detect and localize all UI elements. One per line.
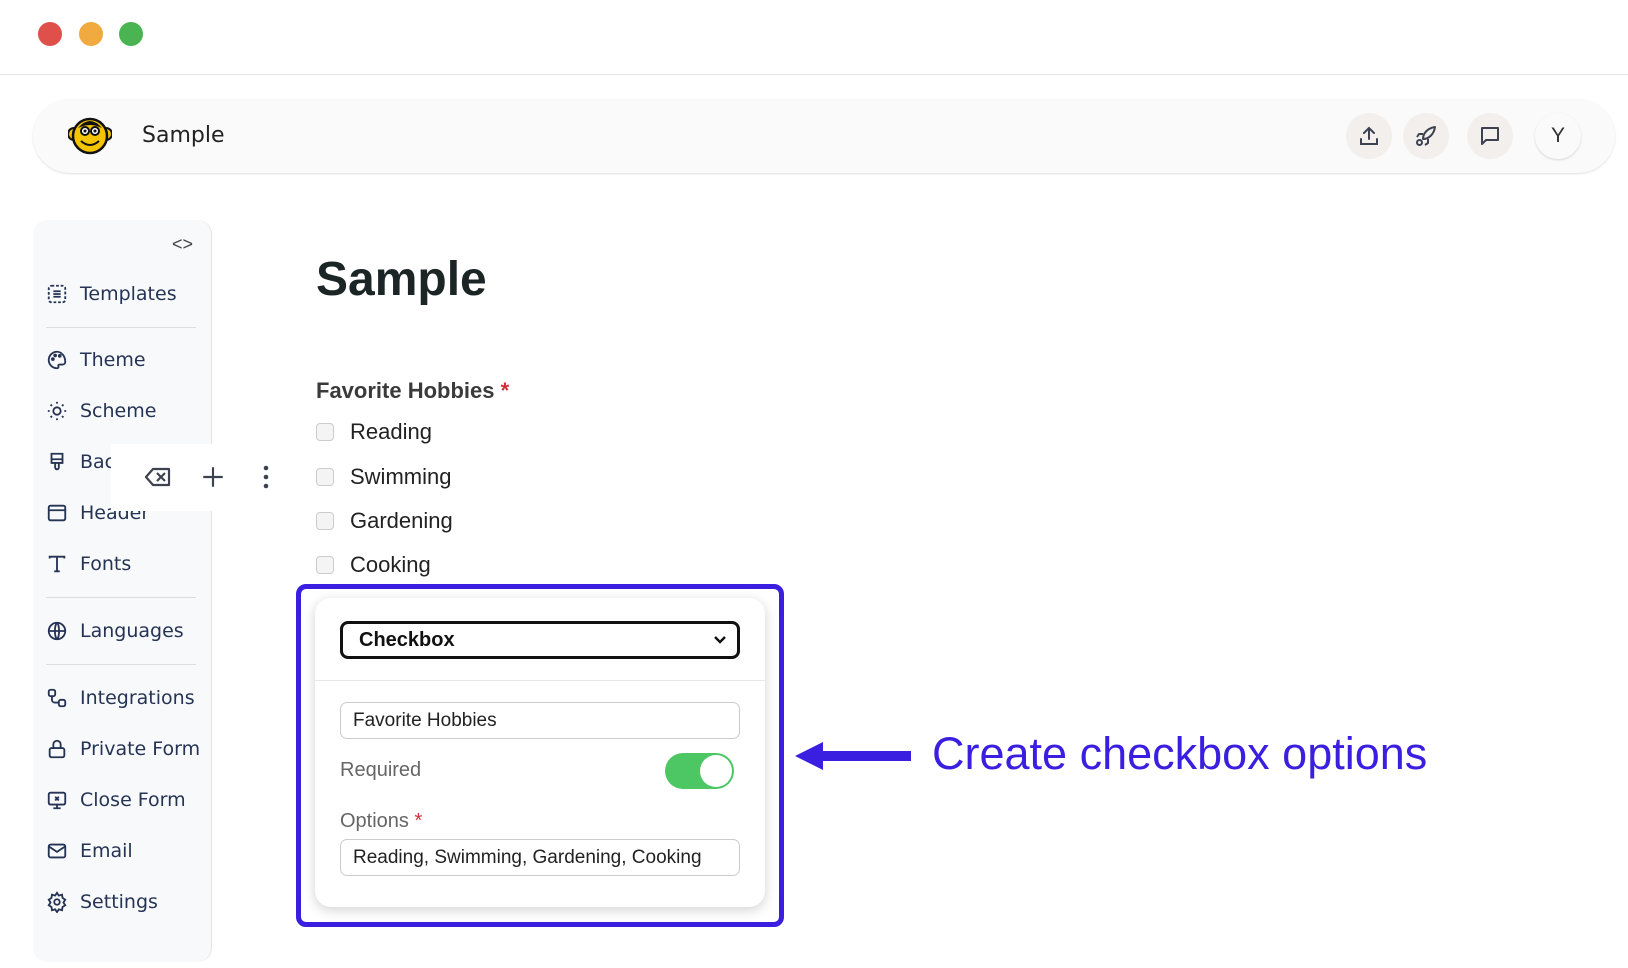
divider: [46, 327, 196, 328]
add-field-button[interactable]: [200, 464, 226, 495]
sidebar-item-label: Fonts: [80, 553, 132, 575]
required-label: Required: [340, 759, 422, 781]
sun-moon-icon: [47, 401, 67, 421]
field-type-select[interactable]: Checkbox: [340, 621, 740, 659]
collapse-toggle-icon[interactable]: <>: [172, 234, 193, 255]
required-mark: *: [500, 378, 510, 403]
gear-icon: [47, 891, 67, 913]
rocket-icon: [1416, 126, 1436, 146]
chat-icon: [1481, 127, 1499, 145]
mail-icon: [47, 843, 67, 859]
more-options-button[interactable]: [258, 464, 274, 495]
sidebar-item-close-form[interactable]: Close Form: [46, 785, 186, 815]
sidebar-item-templates[interactable]: Templates: [46, 279, 177, 309]
type-icon: [48, 555, 66, 573]
divider: [0, 74, 1628, 75]
required-mark: *: [414, 810, 423, 832]
sidebar-item-label: Close Form: [80, 789, 186, 811]
checkbox[interactable]: [316, 468, 334, 486]
globe-icon: [47, 621, 67, 641]
divider: [46, 597, 196, 598]
templates-icon: [47, 284, 67, 304]
checkbox-option-gardening[interactable]: Gardening: [316, 508, 453, 534]
sidebar-item-label: Scheme: [80, 400, 157, 422]
palette-icon: [47, 350, 67, 370]
arrow-left-icon: [795, 742, 911, 770]
window-maximize-button[interactable]: [119, 22, 143, 46]
sidebar-item-scheme[interactable]: Scheme: [46, 396, 156, 426]
more-vertical-icon: [263, 465, 269, 489]
brush-icon: [50, 452, 64, 471]
sidebar-item-email[interactable]: Email: [46, 836, 133, 866]
sidebar-item-label: Email: [80, 840, 133, 862]
comments-button[interactable]: [1467, 113, 1513, 159]
app-title: Sample: [142, 123, 225, 148]
window-minimize-button[interactable]: [79, 22, 103, 46]
sidebar-item-label: Settings: [80, 891, 158, 913]
sidebar-item-integrations[interactable]: Integrations: [46, 683, 195, 713]
monkey-logo-icon[interactable]: [67, 114, 113, 161]
publish-button[interactable]: [1346, 113, 1392, 159]
divider: [46, 664, 196, 665]
annotation-text: Create checkbox options: [932, 728, 1428, 779]
sidebar-item-label: Integrations: [80, 687, 195, 709]
avatar[interactable]: Y: [1535, 113, 1581, 159]
field-label-input[interactable]: Favorite Hobbies: [340, 702, 740, 739]
integrations-icon: [47, 688, 67, 708]
checkbox-option-reading[interactable]: Reading: [316, 419, 432, 445]
sidebar-item-label: Templates: [80, 283, 177, 305]
launch-button[interactable]: [1403, 113, 1449, 159]
checkbox[interactable]: [316, 423, 334, 441]
sidebar-item-theme[interactable]: Theme: [46, 345, 146, 375]
options-input[interactable]: Reading, Swimming, Gardening, Cooking: [340, 839, 740, 876]
checkbox[interactable]: [316, 512, 334, 530]
lock-icon: [48, 739, 66, 759]
checkbox[interactable]: [316, 556, 334, 574]
sidebar-item-settings[interactable]: Settings: [46, 887, 158, 917]
backspace-icon: [144, 467, 171, 487]
toggle-knob: [700, 755, 732, 787]
sidebar-item-label: Bac: [80, 451, 116, 473]
plus-icon: [203, 467, 223, 487]
chevron-down-icon: [714, 636, 726, 644]
sidebar-item-fonts[interactable]: Fonts: [46, 549, 131, 579]
layout-icon: [47, 504, 67, 522]
sidebar-item-background[interactable]: Bac: [46, 447, 115, 477]
sidebar-item-label: Private Form: [80, 738, 201, 760]
form-title: Sample: [316, 253, 487, 306]
options-label: Options *: [340, 810, 423, 832]
sidebar-item-label: Languages: [80, 620, 184, 642]
sidebar-item-private-form[interactable]: Private Form: [46, 734, 200, 764]
sidebar-item-label: Theme: [80, 349, 146, 371]
checkbox-option-swimming[interactable]: Swimming: [316, 464, 451, 490]
question-label: Favorite Hobbies *: [316, 378, 510, 403]
delete-field-button[interactable]: [144, 464, 172, 495]
checkbox-option-cooking[interactable]: Cooking: [316, 552, 431, 578]
window-close-button[interactable]: [38, 22, 62, 46]
required-toggle[interactable]: [665, 753, 734, 789]
divider: [315, 680, 765, 681]
sidebar-item-languages[interactable]: Languages: [46, 616, 184, 646]
upload-icon: [1360, 126, 1378, 145]
monitor-x-icon: [47, 791, 67, 810]
